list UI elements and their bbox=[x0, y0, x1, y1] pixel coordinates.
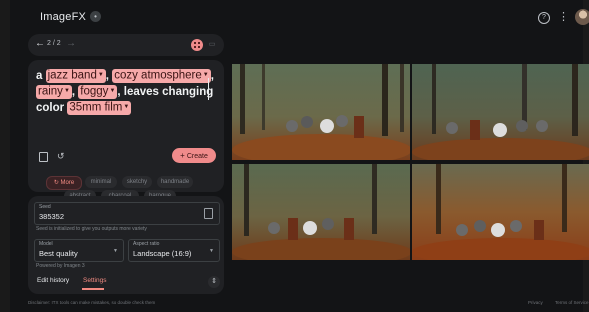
chevron-down-icon: ▼ bbox=[109, 88, 116, 95]
generated-image-3[interactable] bbox=[232, 164, 410, 260]
style-chip-sketchy[interactable]: sketchy bbox=[122, 176, 152, 188]
prompt-chip-35mm-film[interactable]: 35mm film▼ bbox=[67, 101, 132, 115]
forest-raccoon-band-image bbox=[232, 164, 410, 260]
aspect-ratio-select[interactable]: Aspect ratio Landscape (16:9) ▼ bbox=[128, 239, 220, 262]
style-chip-minimal[interactable]: minimal bbox=[85, 176, 117, 188]
list-view-icon[interactable]: ▭ bbox=[207, 40, 217, 50]
chevron-down-icon: ▼ bbox=[63, 88, 70, 95]
model-select[interactable]: Model Best quality ▼ bbox=[34, 239, 124, 262]
model-label: Model bbox=[39, 241, 53, 247]
lock-icon[interactable] bbox=[204, 208, 213, 219]
seed-help-text: Seed is initialized to give you outputs … bbox=[36, 226, 147, 232]
aspect-label: Aspect ratio bbox=[133, 241, 160, 247]
copy-icon[interactable] bbox=[39, 152, 48, 162]
app-title[interactable]: ImageFX bbox=[40, 11, 86, 23]
chip-label: cozy atmosphere bbox=[114, 70, 202, 82]
reset-icon[interactable]: ↺ bbox=[57, 151, 65, 162]
collapse-icon[interactable]: ⇕ bbox=[208, 276, 220, 288]
navigation-card: ← 2 / 2 → ▭ bbox=[28, 34, 224, 56]
help-icon[interactable]: ? bbox=[538, 12, 550, 24]
prompt-word: a bbox=[36, 70, 43, 82]
bottom-tabs: Edit history Settings ⇕ bbox=[28, 274, 224, 292]
forward-arrow-icon[interactable]: → bbox=[66, 38, 76, 49]
forest-raccoon-band-image bbox=[232, 64, 410, 160]
model-value: Best quality bbox=[39, 249, 78, 258]
prompt-card: a jazz band▼, cozy atmosphere▼, rainy▼, … bbox=[28, 60, 224, 202]
dropdown-arrow-icon: ▼ bbox=[113, 248, 118, 254]
more-styles-button[interactable]: ↻ More bbox=[46, 176, 82, 190]
text-cursor bbox=[208, 78, 209, 100]
left-edge bbox=[0, 0, 10, 312]
prompt-chip-cozy-atmosphere[interactable]: cozy atmosphere▼ bbox=[112, 69, 211, 83]
left-panel: ← 2 / 2 → ▭ a jazz band▼, cozy atmospher… bbox=[28, 34, 224, 294]
app-frame: ImageFX • ? ⋮ ← 2 / 2 → ▭ a jazz band▼, … bbox=[0, 0, 589, 312]
dropdown-arrow-icon: ▼ bbox=[209, 248, 214, 254]
settings-card: Seed 385352 Seed is initialized to give … bbox=[28, 196, 224, 294]
privacy-link[interactable]: Privacy bbox=[528, 300, 543, 305]
plus-icon: + bbox=[180, 151, 185, 160]
top-bar: ImageFX • ? ⋮ bbox=[10, 0, 589, 36]
create-label: Create bbox=[186, 153, 208, 160]
chevron-down-icon: ▼ bbox=[123, 104, 130, 111]
chip-label: rainy bbox=[38, 86, 63, 98]
aspect-value: Landscape (16:9) bbox=[133, 249, 192, 258]
seed-value[interactable]: 385352 bbox=[39, 212, 64, 221]
style-chip-handmade[interactable]: handmade bbox=[157, 176, 193, 188]
create-button[interactable]: + Create bbox=[172, 148, 216, 163]
prompt-separator: , bbox=[71, 86, 76, 98]
terms-link[interactable]: Terms of Service bbox=[555, 300, 589, 305]
forest-raccoon-band-image bbox=[412, 64, 589, 160]
active-tab-indicator bbox=[82, 288, 104, 290]
prompt-text[interactable]: a jazz band▼, cozy atmosphere▼, rainy▼, … bbox=[36, 68, 216, 116]
seed-field[interactable]: Seed 385352 bbox=[34, 202, 220, 225]
page-count: 2 / 2 bbox=[47, 40, 61, 47]
tab-settings[interactable]: Settings bbox=[83, 277, 107, 284]
grid-view-icon[interactable] bbox=[191, 39, 203, 51]
chip-label: jazz band bbox=[47, 70, 97, 82]
more-styles-label: More bbox=[60, 180, 75, 186]
image-grid bbox=[232, 64, 589, 262]
generated-image-4[interactable] bbox=[412, 164, 589, 260]
generated-image-2[interactable] bbox=[412, 64, 589, 160]
tab-edit-history[interactable]: Edit history bbox=[37, 277, 69, 284]
more-vert-icon[interactable]: ⋮ bbox=[558, 10, 569, 23]
disclaimer-text: Disclaimer: ITX tools can make mistakes,… bbox=[28, 300, 156, 305]
chip-label: foggy bbox=[80, 86, 109, 98]
avatar[interactable] bbox=[575, 9, 589, 25]
prompt-chip-jazz-band[interactable]: jazz band▼ bbox=[45, 69, 106, 83]
prompt-separator: , bbox=[105, 70, 109, 82]
chip-label: 35mm film bbox=[69, 102, 123, 114]
generated-image-1[interactable] bbox=[232, 64, 410, 160]
chevron-down-icon: ▼ bbox=[97, 72, 104, 79]
powered-by-text: Powered by Imagen 3 bbox=[36, 263, 85, 269]
prompt-chip-rainy[interactable]: rainy▼ bbox=[36, 85, 72, 99]
seed-label: Seed bbox=[39, 204, 51, 210]
prompt-separator: , bbox=[210, 70, 214, 82]
prompt-chip-foggy[interactable]: foggy▼ bbox=[78, 85, 118, 99]
back-arrow-icon[interactable]: ← bbox=[35, 38, 45, 49]
app-badge-icon[interactable]: • bbox=[90, 11, 101, 22]
forest-raccoon-band-image bbox=[412, 164, 589, 260]
refresh-icon: ↻ bbox=[53, 180, 61, 186]
